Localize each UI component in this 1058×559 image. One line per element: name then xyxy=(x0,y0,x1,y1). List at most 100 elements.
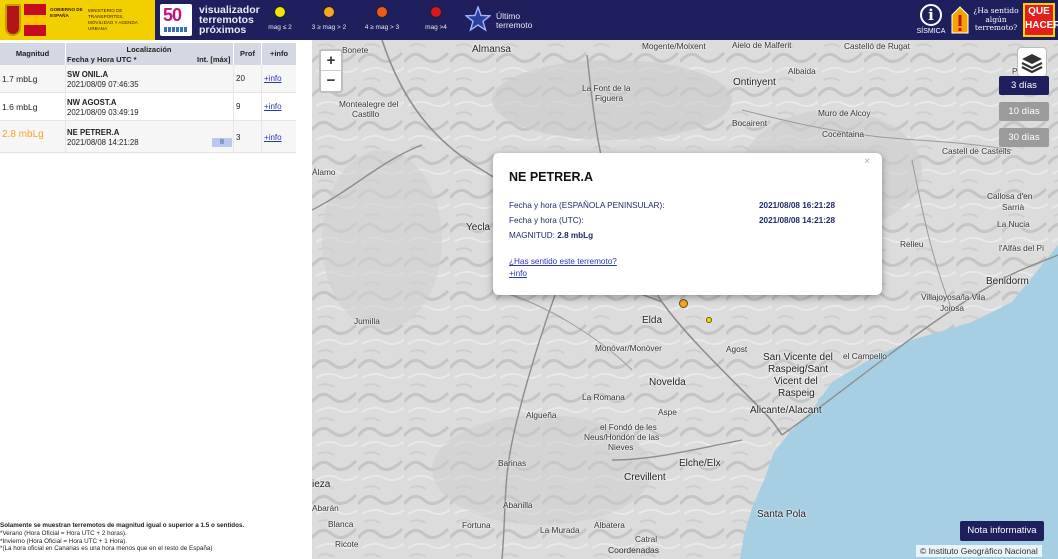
popup-magnitude-label: MAGNITUD: xyxy=(509,231,555,240)
column-header-date[interactable]: Fecha y Hora UTC * xyxy=(67,55,137,64)
map-place-label: Bonete xyxy=(342,45,369,55)
legend-dot-red-icon xyxy=(430,6,442,18)
coordinates-readout: Coordenadas xyxy=(608,545,660,555)
felt-line-3: terremoto? xyxy=(974,23,1018,32)
row-depth: 9 xyxy=(236,102,241,111)
ign-logo-bars xyxy=(164,27,188,32)
filter-3-days-button[interactable]: 3 días xyxy=(999,76,1049,95)
map-place-label: Castillo xyxy=(352,109,380,119)
row-date: 2021/08/09 07:46:35 xyxy=(67,80,139,89)
map-place-label: Albaida xyxy=(788,66,816,76)
map-place-label: Alicante/Alacant xyxy=(750,405,822,416)
row-info-link[interactable]: +info xyxy=(264,74,282,83)
legend-mag-3-4: 4 ≥ mag > 3 xyxy=(358,4,406,31)
felt-earthquake-button[interactable]: ¿Ha sentido algún terremoto? xyxy=(951,3,1019,37)
row-info-link[interactable]: +info xyxy=(264,102,282,111)
row-info-link[interactable]: +info xyxy=(264,133,282,142)
row-magnitude: 2.8 mbLg xyxy=(2,129,44,140)
map-place-label: Fortuna xyxy=(462,520,491,530)
popup-local-time-value: 2021/08/08 16:21:28 xyxy=(759,201,836,210)
map-place-label: Catral xyxy=(635,534,658,544)
table-row[interactable]: 1.6 mbLg NW AGOST.A 2021/08/09 03:49:19 … xyxy=(0,93,296,121)
column-separator xyxy=(233,65,234,93)
map-place-label: Ontinyent xyxy=(733,77,776,88)
row-location: SW ONIL.A xyxy=(67,70,109,79)
map-place-label: Abarán xyxy=(312,503,339,513)
map-place-label: San Vicente del xyxy=(763,352,833,363)
what-to-do-line-2: HACER xyxy=(1025,20,1058,31)
footnote-canarias: *(La hora oficial en Canarias es una hor… xyxy=(0,545,213,553)
map-place-label: Nieves xyxy=(608,442,634,452)
column-header-location[interactable]: Localización xyxy=(66,45,232,54)
column-separator xyxy=(261,93,262,121)
map-place-label: Elche/Elx xyxy=(679,458,721,469)
row-location: NW AGOST.A xyxy=(67,98,117,107)
row-intensity-badge: II xyxy=(212,138,232,147)
what-to-do-button[interactable]: QUE HACER xyxy=(1023,3,1058,37)
column-header-magnitude[interactable]: Magnitud xyxy=(0,43,66,65)
filter-10-days-button[interactable]: 10 días xyxy=(999,102,1049,121)
map-place-label: Raspeig xyxy=(778,388,815,399)
popup-title: NE PETRER.A xyxy=(509,170,594,184)
legend-mag-le-2: mag ≤ 2 xyxy=(256,4,304,31)
map-place-label: Castell de Castells xyxy=(942,146,1011,156)
column-header-info: +info xyxy=(269,49,289,58)
map-place-label: La Romana xyxy=(582,392,625,402)
map-place-label: Neus/Hondón de las xyxy=(584,432,660,442)
map-place-label: Muro de Alcoy xyxy=(818,108,871,118)
map-place-label: Aielo de Malferit xyxy=(732,40,792,50)
footnote-winter: *Invierno (Hora Oficial = Hora UTC + 1 H… xyxy=(0,537,128,545)
ign-50-logo[interactable]: 50 xyxy=(160,4,192,36)
map-place-label: Montealegre del xyxy=(339,99,399,109)
column-separator xyxy=(65,121,66,153)
column-header-depth[interactable]: Prof xyxy=(234,43,262,65)
earthquake-marker[interactable] xyxy=(706,317,712,323)
map-place-label: Monóvar/Monòver xyxy=(595,343,662,353)
map-place-label: Blanca xyxy=(328,519,354,529)
government-logo[interactable]: GOBIERNO DE ESPAÑA MINISTERIO DE TRANSPO… xyxy=(0,0,155,40)
map-place-label: Crevillent xyxy=(624,472,666,483)
map-place-label: Callosa d'en xyxy=(987,191,1033,201)
star-icon xyxy=(465,6,491,32)
popup-magnitude: MAGNITUD: 2.8 mbLg xyxy=(509,231,593,240)
house-exclamation-icon xyxy=(951,6,969,34)
map-place-label: Benidorm xyxy=(986,276,1029,287)
table-header: Magnitud Localización Fecha y Hora UTC *… xyxy=(0,43,296,65)
layers-button[interactable] xyxy=(1017,47,1047,77)
map-place-label: Joiosa xyxy=(940,303,964,313)
nota-informativa-button[interactable]: Nota informativa xyxy=(960,521,1044,541)
row-magnitude: 1.6 mbLg xyxy=(2,102,38,112)
legend-label: mag ≤ 2 xyxy=(268,24,292,31)
sismica-info-button[interactable]: i SÍSMICA xyxy=(913,4,949,35)
last-earthquake-label: Último terremoto xyxy=(496,12,532,30)
popup-felt-link[interactable]: ¿Has sentido este terremoto? xyxy=(509,257,617,266)
column-separator xyxy=(261,121,262,153)
popup-close-button[interactable]: × xyxy=(864,156,870,167)
popup-info-link[interactable]: +info xyxy=(509,269,527,278)
column-header-intensity[interactable]: Int. [máx] xyxy=(197,55,230,64)
map-view[interactable]: Bonete Almansa Mogente/Moixent Aielo de Mal… xyxy=(312,40,1058,559)
column-separator xyxy=(261,65,262,93)
row-date: 2021/08/09 03:49:19 xyxy=(67,108,139,117)
map-place-label: Ricote xyxy=(335,539,359,549)
last-earthquake-button[interactable]: Último terremoto xyxy=(465,6,545,36)
last-earthquake-line-2: terremoto xyxy=(496,20,533,30)
earthquake-popup: × NE PETRER.A Fecha y hora (ESPAÑOLA PEN… xyxy=(493,153,882,295)
column-separator xyxy=(233,93,234,121)
table-row-selected[interactable]: 2.8 mbLg NE PETRER.A 2021/08/08 14:21:28… xyxy=(0,121,296,153)
zoom-out-button[interactable]: − xyxy=(321,71,341,91)
earthquake-marker[interactable] xyxy=(678,298,688,308)
map-place-label: Castelló de Rugat xyxy=(844,41,910,51)
map-place-label: La Murada xyxy=(540,525,580,535)
legend-mag-gt-4: mag >4 xyxy=(412,4,460,31)
map-place-label: La Font de la xyxy=(582,83,631,93)
map-place-label: Yecla xyxy=(466,222,491,233)
filter-30-days-button[interactable]: 30 días xyxy=(999,128,1049,147)
map-place-label: Agost xyxy=(726,344,748,354)
map-place-label: el Campello xyxy=(843,351,887,361)
legend-label: 4 ≥ mag > 3 xyxy=(364,24,400,31)
map-place-label: Almansa xyxy=(472,44,511,55)
zoom-in-button[interactable]: + xyxy=(321,51,341,71)
map-attribution: © Instituto Geográfico Nacional xyxy=(916,545,1042,557)
table-row[interactable]: 1.7 mbLg SW ONIL.A 2021/08/09 07:46:35 2… xyxy=(0,65,296,93)
